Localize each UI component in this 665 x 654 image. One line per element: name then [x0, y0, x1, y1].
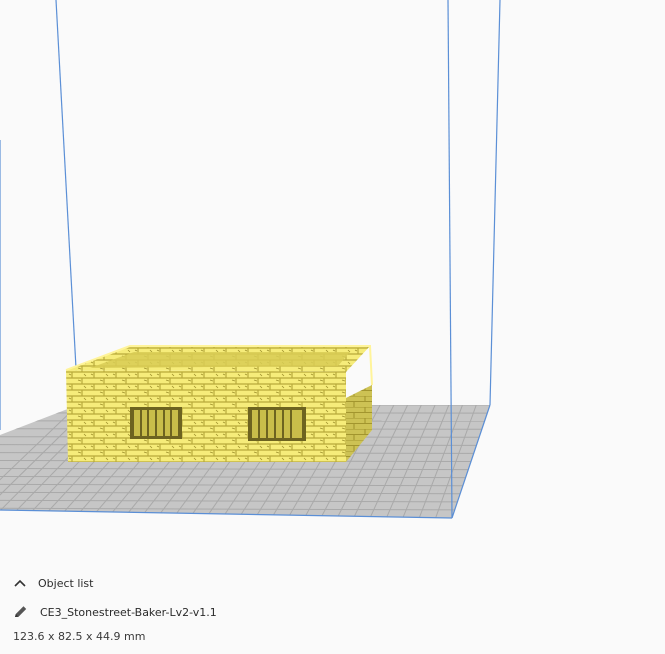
model-stonestreet-baker[interactable] — [65, 345, 373, 462]
chevron-up-icon — [14, 579, 26, 587]
object-list-label: Object list — [38, 576, 94, 590]
3d-viewport[interactable] — [0, 0, 665, 560]
window-left — [130, 407, 182, 439]
window-right — [248, 407, 306, 441]
pencil-icon[interactable] — [12, 604, 30, 620]
object-list-toggle[interactable]: Object list — [12, 576, 93, 590]
object-name: CE3_Stonestreet-Baker-Lv2-v1.1 — [40, 605, 217, 619]
object-dimensions: 123.6 x 82.5 x 44.9 mm — [13, 630, 146, 643]
build-volume-scene[interactable] — [0, 0, 665, 560]
object-name-row[interactable]: CE3_Stonestreet-Baker-Lv2-v1.1 — [12, 604, 217, 620]
cura-app: Object list CE3_Stonestreet-Baker-Lv2-v1… — [0, 0, 665, 654]
bottom-panel: Object list CE3_Stonestreet-Baker-Lv2-v1… — [0, 560, 665, 654]
